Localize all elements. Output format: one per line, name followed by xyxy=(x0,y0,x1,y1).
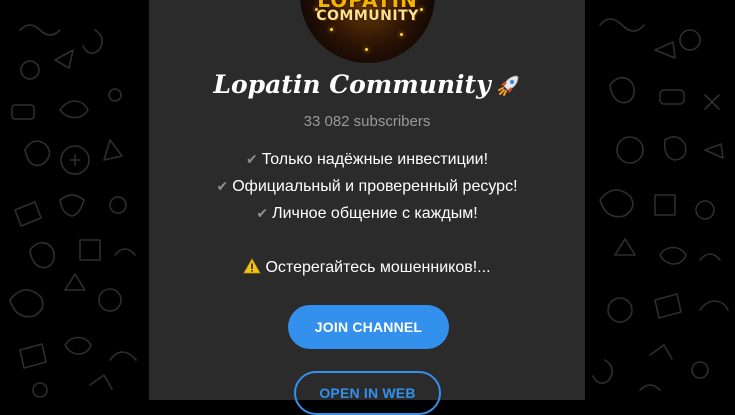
warning-line: Остерегайтесь мошенников!... xyxy=(149,254,585,281)
join-channel-button[interactable]: JOIN CHANNEL xyxy=(288,305,449,349)
description-line: ✔ Официальный и проверенный ресурс! xyxy=(149,173,585,200)
description-line: ✔ Личное общение с каждым! xyxy=(149,200,585,227)
check-icon: ✔ xyxy=(256,205,269,221)
rocket-icon xyxy=(497,75,519,96)
warning-text: Остерегайтесь мошенников!... xyxy=(265,259,491,276)
channel-title: Lopatin Community xyxy=(213,70,491,99)
description-text: Официальный и проверенный ресурс! xyxy=(232,178,518,195)
open-in-web-button[interactable]: OPEN IN WEB xyxy=(294,371,441,415)
description-text: Личное общение с каждым! xyxy=(272,205,478,222)
subscriber-count: 33 082 subscribers xyxy=(303,113,431,130)
channel-title-row: Lopatin Community xyxy=(149,70,585,99)
check-icon: ✔ xyxy=(216,178,229,194)
description-line: ✔ Только надёжные инвестиции! xyxy=(149,146,585,173)
channel-description: ✔ Только надёжные инвестиции! ✔ Официальны… xyxy=(149,146,585,281)
description-text: Только надёжные инвестиции! xyxy=(261,151,489,168)
warning-icon xyxy=(243,258,262,274)
check-icon: ✔ xyxy=(245,151,258,167)
avatar-logo-bottom: COMMUNITY xyxy=(316,8,419,24)
